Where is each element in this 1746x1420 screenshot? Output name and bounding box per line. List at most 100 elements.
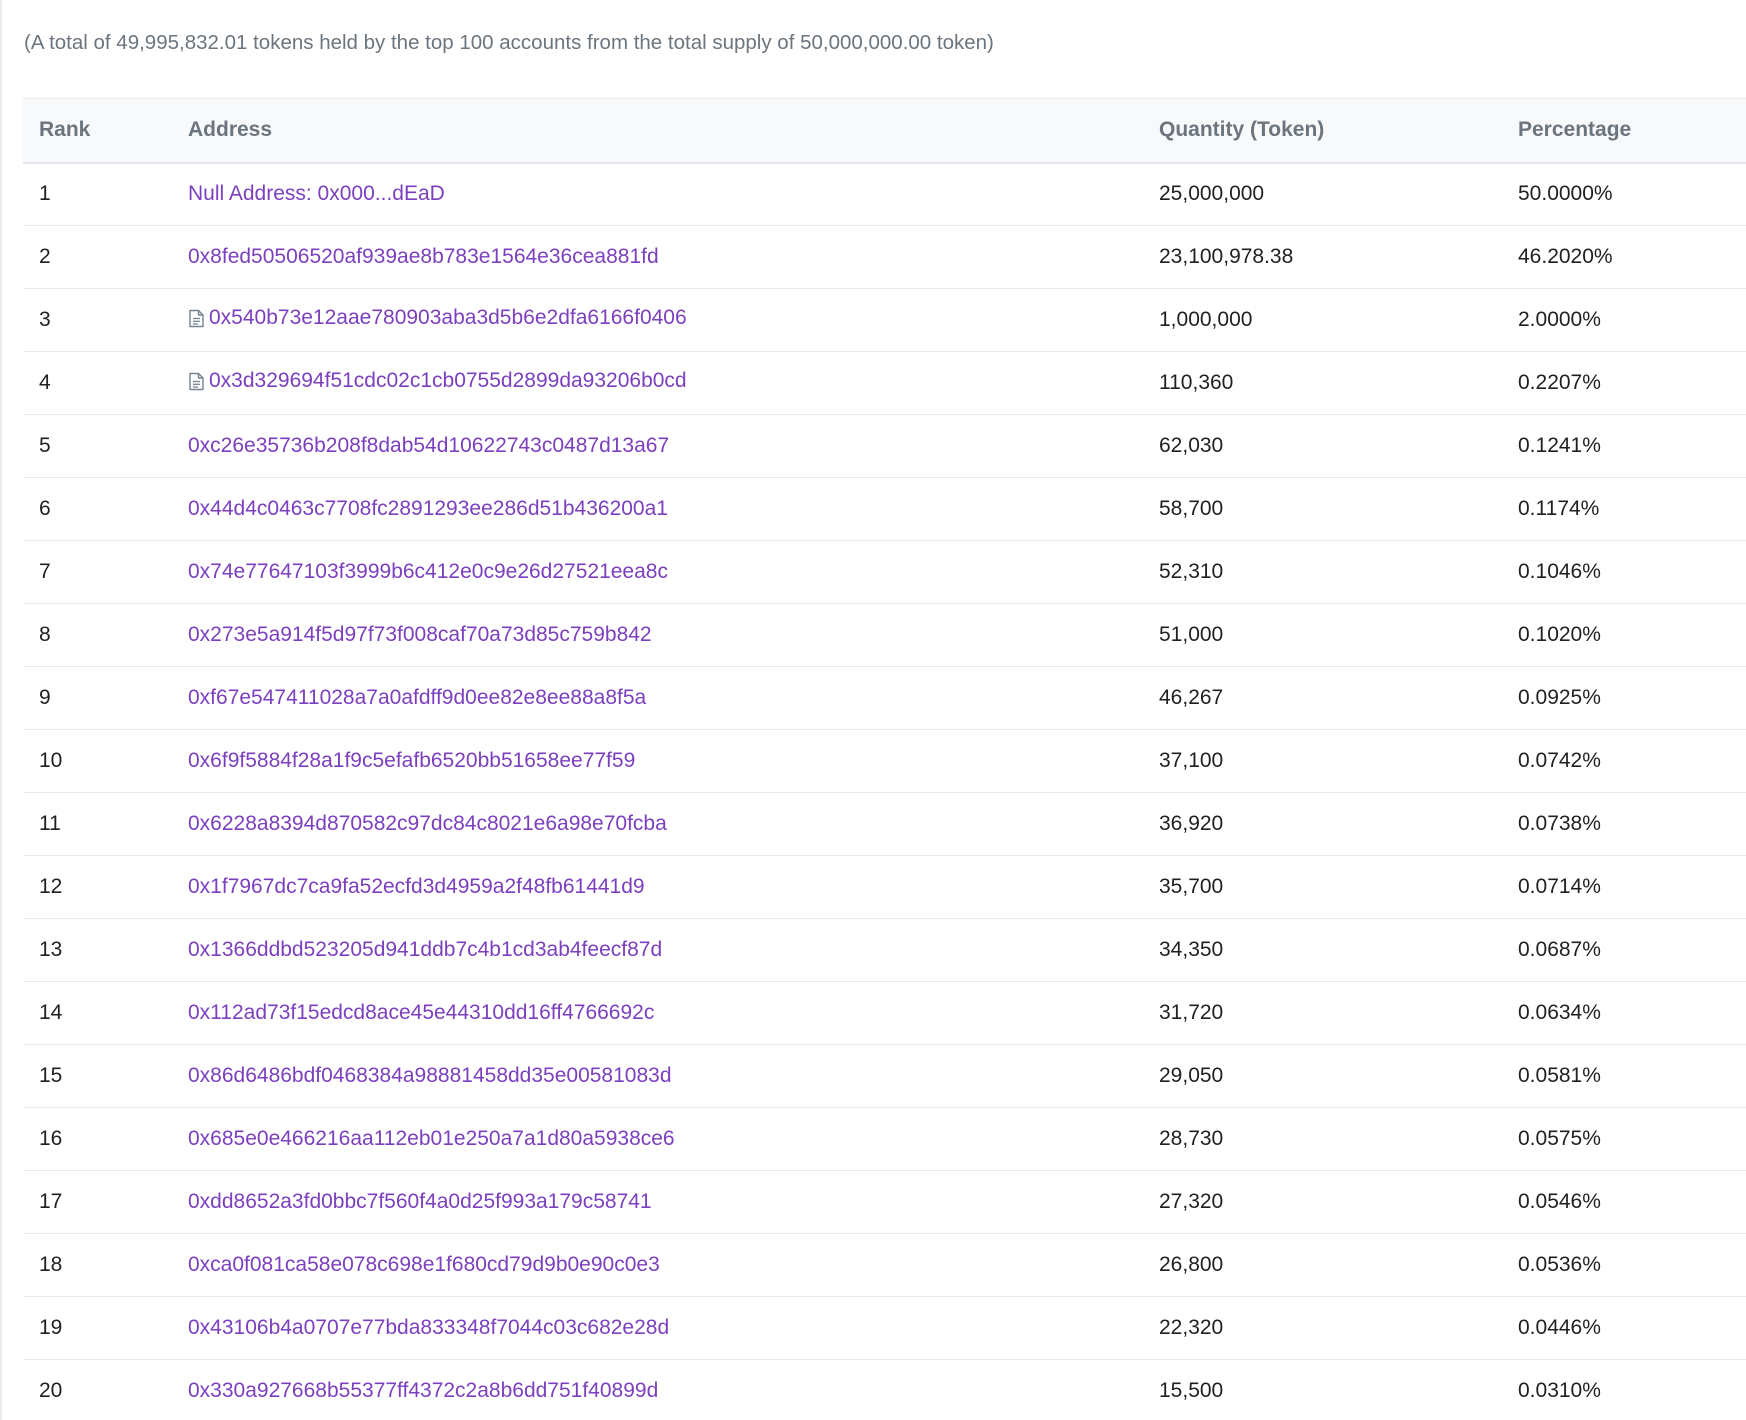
holder-address-link[interactable]: 0x86d6486bdf0468384a98881458dd35e0058108… [188,1064,672,1088]
rank-cell: 4 [23,351,172,415]
address-cell: 0xf67e547411028a7a0afdff9d0ee82e8ee88a8f… [172,666,1143,730]
rank-cell: 7 [23,540,172,604]
holder-address-link[interactable]: 0xc26e35736b208f8dab54d10622743c0487d13a… [188,434,669,458]
table-row: 14 0x112ad73f15edcd8ace45e44310dd16ff4766… [23,981,1746,1045]
rank-cell: 2 [23,225,172,289]
holder-address-link[interactable]: 0x540b73e12aae780903aba3d5b6e2dfa6166f04… [188,306,687,330]
address-text: 0x86d6486bdf0468384a98881458dd35e0058108… [188,1064,672,1087]
table-row: 20 0x330a927668b55377ff4372c2a8b6dd751f40… [23,1359,1746,1420]
holder-address-link[interactable]: 0x74e77647103f3999b6c412e0c9e26d27521eea… [188,560,668,584]
rank-cell: 17 [23,1170,172,1234]
table-row: 16 0x685e0e466216aa112eb01e250a7a1d80a593… [23,1107,1746,1171]
holders-summary-text: (A total of 49,995,832.01 tokens held by… [24,31,994,54]
percentage-cell: 0.0446% [1502,1296,1746,1360]
quantity-cell: 62,030 [1143,414,1502,478]
holder-address-link[interactable]: 0x3d329694f51cdc02c1cb0755d2899da93206b0… [188,369,687,393]
rank-cell: 13 [23,918,172,982]
percentage-cell: 0.0536% [1502,1233,1746,1297]
token-holders-table: Rank Address Quantity (Token) Percentage… [23,98,1746,1420]
quantity-cell: 28,730 [1143,1107,1502,1171]
address-cell: 0x3d329694f51cdc02c1cb0755d2899da93206b0… [172,351,1143,415]
holder-address-link[interactable]: 0x6f9f5884f28a1f9c5efafb6520bb51658ee77f… [188,749,635,773]
rank-cell: 18 [23,1233,172,1297]
quantity-cell: 22,320 [1143,1296,1502,1360]
holder-address-link[interactable]: Null Address: 0x000...dEaD [188,182,445,206]
header-address: Address [172,98,1143,164]
rank-cell: 8 [23,603,172,667]
address-text: 0x6228a8394d870582c97dc84c8021e6a98e70fc… [188,812,667,835]
holder-address-link[interactable]: 0x6228a8394d870582c97dc84c8021e6a98e70fc… [188,812,667,836]
rank-cell: 3 [23,288,172,352]
rank-cell: 9 [23,666,172,730]
holder-address-link[interactable]: 0x112ad73f15edcd8ace45e44310dd16ff476669… [188,1001,654,1025]
token-holders-page: (A total of 49,995,832.01 tokens held by… [0,0,1746,1420]
quantity-cell: 27,320 [1143,1170,1502,1234]
percentage-cell: 0.1020% [1502,603,1746,667]
address-text: 0xf67e547411028a7a0afdff9d0ee82e8ee88a8f… [188,686,647,709]
address-text: 0x330a927668b55377ff4372c2a8b6dd751f4089… [188,1379,659,1402]
address-cell: 0x540b73e12aae780903aba3d5b6e2dfa6166f04… [172,288,1143,352]
table-row: 5 0xc26e35736b208f8dab54d10622743c0487d13… [23,414,1746,478]
quantity-cell: 29,050 [1143,1044,1502,1108]
address-cell: 0xc26e35736b208f8dab54d10622743c0487d13a… [172,414,1143,478]
quantity-cell: 36,920 [1143,792,1502,856]
holder-address-link[interactable]: 0x273e5a914f5d97f73f008caf70a73d85c759b8… [188,623,652,647]
address-cell: 0xdd8652a3fd0bbc7f560f4a0d25f993a179c587… [172,1170,1143,1234]
holder-address-link[interactable]: 0x1f7967dc7ca9fa52ecfd3d4959a2f48fb61441… [188,875,645,899]
quantity-cell: 15,500 [1143,1359,1502,1420]
holder-address-link[interactable]: 0x330a927668b55377ff4372c2a8b6dd751f4089… [188,1379,658,1403]
rank-cell: 20 [23,1359,172,1420]
address-cell: 0x6f9f5884f28a1f9c5efafb6520bb51658ee77f… [172,729,1143,793]
address-cell: 0x112ad73f15edcd8ace45e44310dd16ff476669… [172,981,1143,1045]
address-text: 0x273e5a914f5d97f73f008caf70a73d85c759b8… [188,623,652,646]
quantity-cell: 52,310 [1143,540,1502,604]
holder-address-link[interactable]: 0x8fed50506520af939ae8b783e1564e36cea881… [188,245,659,269]
quantity-cell: 23,100,978.38 [1143,225,1502,289]
table-row: 9 0xf67e547411028a7a0afdff9d0ee82e8ee88a8… [23,666,1746,730]
address-text: 0x1f7967dc7ca9fa52ecfd3d4959a2f48fb61441… [188,875,645,898]
holder-address-link[interactable]: 0x1366ddbd523205d941ddb7c4b1cd3ab4feecf8… [188,938,662,962]
rank-cell: 5 [23,414,172,478]
file-text-icon [188,309,205,328]
rank-cell: 6 [23,477,172,541]
quantity-cell: 1,000,000 [1143,288,1502,352]
percentage-cell: 0.0687% [1502,918,1746,982]
quantity-cell: 31,720 [1143,981,1502,1045]
address-cell: 0x1366ddbd523205d941ddb7c4b1cd3ab4feecf8… [172,918,1143,982]
address-cell: 0x273e5a914f5d97f73f008caf70a73d85c759b8… [172,603,1143,667]
percentage-cell: 0.0925% [1502,666,1746,730]
percentage-cell: 0.0581% [1502,1044,1746,1108]
table-row: 4 0x3d329694f51cdc02c1cb0755d2899da93206b… [23,351,1746,415]
rank-cell: 16 [23,1107,172,1171]
header-row: Rank Address Quantity (Token) Percentage [23,98,1746,164]
address-text: 0x112ad73f15edcd8ace45e44310dd16ff476669… [188,1001,655,1024]
holder-address-link[interactable]: 0x43106b4a0707e77bda833348f7044c03c682e2… [188,1316,669,1340]
address-text: 0xc26e35736b208f8dab54d10622743c0487d13a… [188,434,670,457]
file-text-icon [188,372,205,391]
table-row: 17 0xdd8652a3fd0bbc7f560f4a0d25f993a179c5… [23,1170,1746,1234]
quantity-cell: 110,360 [1143,351,1502,415]
percentage-cell: 0.0310% [1502,1359,1746,1420]
address-text: 0x43106b4a0707e77bda833348f7044c03c682e2… [188,1316,670,1339]
holder-address-link[interactable]: 0xf67e547411028a7a0afdff9d0ee82e8ee88a8f… [188,686,646,710]
percentage-cell: 0.0634% [1502,981,1746,1045]
address-text: Null Address: 0x000...dEaD [188,182,445,206]
holder-address-link[interactable]: 0x685e0e466216aa112eb01e250a7a1d80a5938c… [188,1127,675,1151]
table-row: 19 0x43106b4a0707e77bda833348f7044c03c682… [23,1296,1746,1360]
quantity-cell: 34,350 [1143,918,1502,982]
rank-cell: 10 [23,729,172,793]
header-quantity: Quantity (Token) [1143,98,1502,164]
holder-address-link[interactable]: 0x44d4c0463c7708fc2891293ee286d51b436200… [188,497,668,521]
address-text: 0x74e77647103f3999b6c412e0c9e26d27521eea… [188,560,668,583]
rank-cell: 12 [23,855,172,919]
percentage-cell: 46.2020% [1502,225,1746,289]
quantity-cell: 26,800 [1143,1233,1502,1297]
address-cell: 0x43106b4a0707e77bda833348f7044c03c682e2… [172,1296,1143,1360]
holder-address-link[interactable]: 0xdd8652a3fd0bbc7f560f4a0d25f993a179c587… [188,1190,652,1214]
rank-cell: 14 [23,981,172,1045]
percentage-cell: 2.0000% [1502,288,1746,352]
percentage-cell: 0.0738% [1502,792,1746,856]
address-text: 0x6f9f5884f28a1f9c5efafb6520bb51658ee77f… [188,749,636,772]
percentage-cell: 0.1174% [1502,477,1746,541]
holder-address-link[interactable]: 0xca0f081ca58e078c698e1f680cd79d9b0e90c0… [188,1253,660,1277]
